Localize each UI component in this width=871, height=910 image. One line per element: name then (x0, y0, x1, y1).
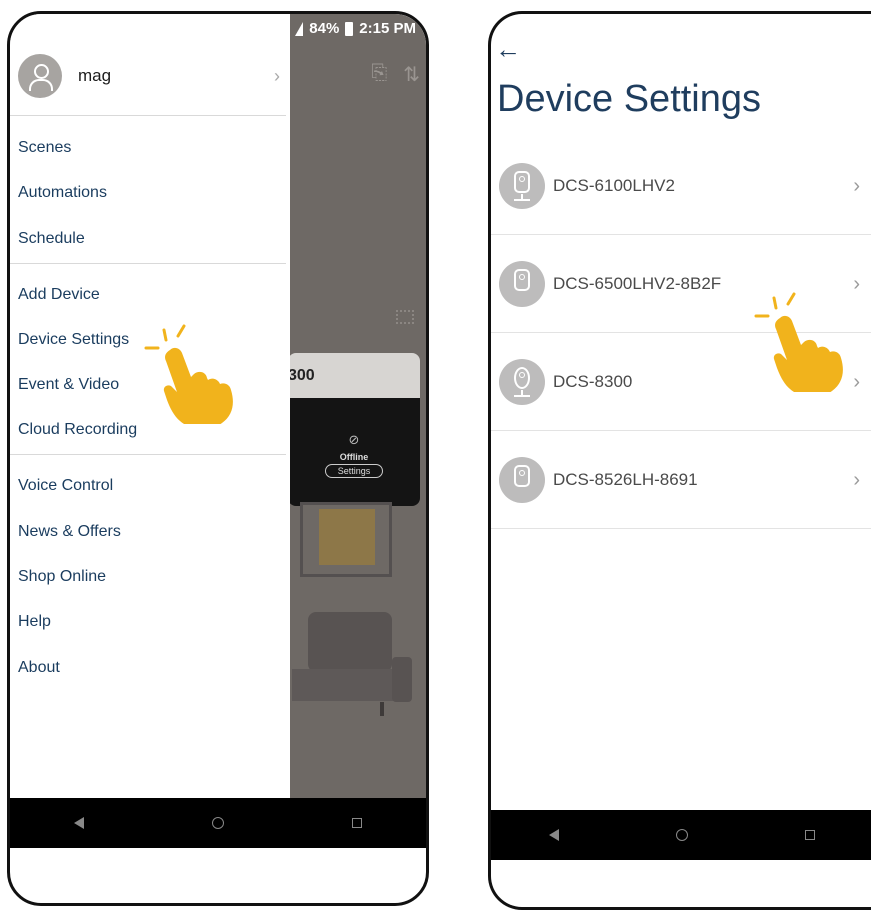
sofa-illustration (308, 612, 392, 672)
chevron-right-icon: › (853, 468, 860, 491)
camera-icon (499, 261, 545, 307)
nav-recents-icon[interactable] (352, 818, 362, 828)
profile-name: mag (78, 66, 112, 85)
divider (10, 263, 286, 264)
camera-card-title: 300 (288, 353, 420, 398)
menu-about[interactable]: About (18, 659, 60, 677)
android-nav-bar (10, 798, 426, 848)
signal-icon (295, 21, 304, 36)
event-icon[interactable]: ⎘ (371, 62, 387, 87)
card-settings-button[interactable]: Settings (324, 464, 384, 478)
user-icon (18, 54, 62, 98)
device-row[interactable]: DCS-6100LHV2 › (491, 138, 871, 235)
offline-label: Offline (339, 452, 369, 462)
wall-picture (300, 502, 392, 577)
menu-add-device[interactable]: Add Device (18, 286, 100, 304)
nav-back-icon[interactable] (74, 817, 84, 829)
device-name: DCS-6100LHV2 (553, 176, 675, 195)
nav-recents-icon[interactable] (804, 830, 815, 840)
divider (10, 454, 286, 455)
menu-device-settings[interactable]: Device Settings (18, 331, 129, 349)
divider (10, 115, 286, 116)
chevron-right-icon: › (853, 174, 860, 197)
chevron-right-icon: › (274, 65, 280, 86)
camera-card-preview: ⊘ Offline Settings (288, 398, 420, 506)
status-bar: 84% 2:15 PM (295, 20, 416, 37)
sofa-leg (380, 702, 384, 716)
nav-back-icon[interactable] (549, 829, 560, 841)
menu-schedule[interactable]: Schedule (18, 230, 85, 248)
battery-percent: 84% (309, 20, 340, 37)
sofa-arm (392, 657, 412, 702)
menu-cloud-recording[interactable]: Cloud Recording (18, 421, 137, 439)
grid-view-icon[interactable] (396, 310, 414, 324)
device-row[interactable]: DCS-8526LH-8691 › (491, 432, 871, 529)
camera-icon (499, 359, 545, 405)
page-title: Device Settings (497, 78, 762, 120)
back-arrow-icon[interactable]: ← (495, 34, 521, 65)
battery-icon (345, 21, 354, 36)
sort-icon[interactable]: ⇅ (403, 62, 420, 87)
camera-icon (499, 457, 545, 503)
wall-picture-canvas (319, 509, 375, 565)
menu-automations[interactable]: Automations (18, 184, 107, 202)
menu-event-video[interactable]: Event & Video (18, 376, 119, 394)
android-nav-bar (491, 810, 871, 860)
tap-hand-icon (144, 324, 233, 424)
menu-shop-online[interactable]: Shop Online (18, 568, 106, 586)
camera-card[interactable]: 300 ⊘ Offline Settings (288, 353, 420, 506)
menu-help[interactable]: Help (18, 613, 51, 631)
profile-row[interactable]: mag › (18, 50, 280, 102)
phone-left: 84% 2:15 PM ⎘ ⇅ 300 ⊘ Offline Settings m… (7, 11, 429, 906)
nav-home-icon[interactable] (212, 817, 224, 829)
nav-home-icon[interactable] (675, 829, 688, 841)
menu-scenes[interactable]: Scenes (18, 139, 71, 157)
phone-right: ← Device Settings DCS-6100LHV2 › DCS-650… (488, 11, 871, 910)
device-name: DCS-8526LH-8691 (553, 470, 698, 489)
menu-voice-control[interactable]: Voice Control (18, 477, 113, 495)
home-toolbar: ⎘ ⇅ (371, 62, 420, 87)
clock: 2:15 PM (359, 20, 416, 37)
camera-icon (499, 163, 545, 209)
tap-hand-icon (754, 292, 843, 392)
menu-news-offers[interactable]: News & Offers (18, 523, 121, 541)
offline-icon: ⊘ (348, 432, 360, 447)
